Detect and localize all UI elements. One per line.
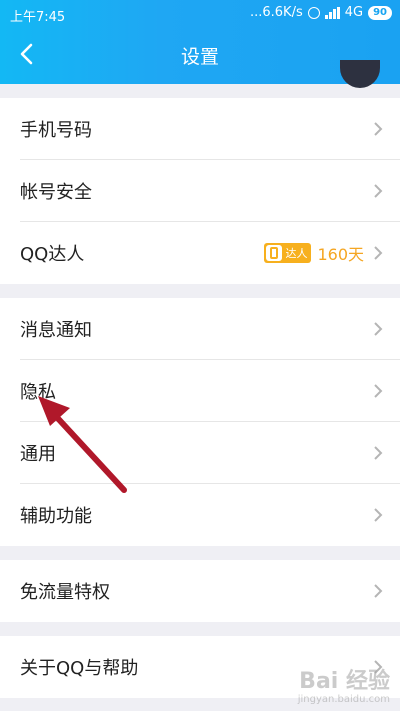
watermark: Bai 经验 jingyan.baidu.com (298, 671, 390, 705)
settings-item-label: 隐私 (20, 382, 56, 403)
settings-item-accessibility[interactable]: 辅助功能 (0, 484, 400, 546)
chevron-right-icon (374, 384, 383, 398)
status-right: ...6.6K/s 4G 90 (250, 5, 392, 20)
alarm-icon (307, 6, 320, 19)
badge-label: 达人 (285, 247, 308, 260)
settings-item-general[interactable]: 通用 (0, 422, 400, 484)
qq-master-info: 达人 160天 (264, 241, 364, 265)
status-time: 上午7:45 (10, 10, 66, 25)
chevron-right-icon (374, 184, 383, 198)
settings-item-label: 消息通知 (20, 320, 92, 341)
master-badge: 达人 (264, 243, 312, 263)
settings-item-label: 免流量特权 (20, 582, 110, 603)
settings-item-privacy[interactable]: 隐私 (0, 360, 400, 422)
settings-item-phone[interactable]: 手机号码 (0, 98, 400, 160)
settings-group-account: 手机号码 帐号安全 QQ达人 达人 160天 (0, 98, 400, 284)
master-days: 160天 (317, 245, 364, 264)
watermark-text: Bai 经验 (299, 669, 390, 694)
settings-item-label: 通用 (20, 444, 56, 465)
status-bar: 上午7:45 ...6.6K/s 4G 90 (0, 0, 400, 28)
settings-item-account-security[interactable]: 帐号安全 (0, 160, 400, 222)
settings-item-notifications[interactable]: 消息通知 (0, 298, 400, 360)
settings-item-label: 帐号安全 (20, 182, 92, 203)
battery-icon: 90 (368, 5, 392, 20)
net-speed: ...6.6K/s (249, 5, 303, 20)
settings-item-label: QQ达人 (20, 244, 85, 265)
signal-icon (324, 6, 340, 19)
settings-item-label: 手机号码 (20, 120, 92, 141)
chevron-right-icon (374, 446, 383, 460)
settings-item-label: 辅助功能 (20, 506, 92, 527)
chevron-right-icon (374, 246, 383, 260)
network-type: 4G (344, 5, 364, 20)
settings-item-qq-master[interactable]: QQ达人 达人 160天 (0, 222, 400, 284)
chevron-right-icon (374, 122, 383, 136)
settings-group-general: 消息通知 隐私 通用 辅助功能 (0, 298, 400, 546)
chevron-right-icon (374, 584, 383, 598)
settings-item-free-data[interactable]: 免流量特权 (0, 560, 400, 622)
chevron-right-icon (374, 508, 383, 522)
phone-badge-icon (266, 245, 283, 261)
settings-group-data: 免流量特权 (0, 560, 400, 622)
watermark-subtext: jingyan.baidu.com (297, 694, 390, 705)
settings-item-label: 关于QQ与帮助 (20, 658, 139, 679)
chevron-right-icon (374, 322, 383, 336)
